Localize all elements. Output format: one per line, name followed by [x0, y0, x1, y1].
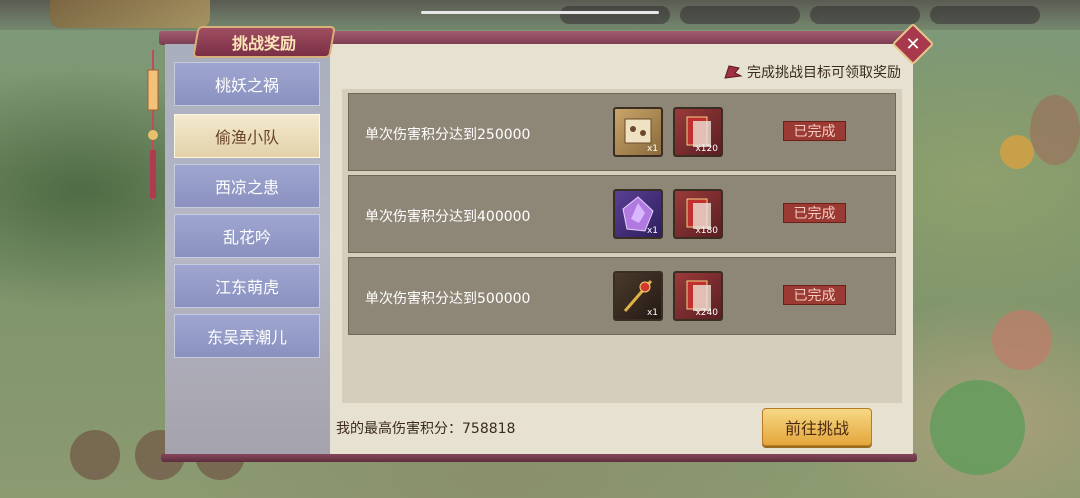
best-score: 我的最高伤害积分：758818: [336, 418, 515, 438]
reward-list: 单次伤害积分达到250000 x1 x120 已完成 单次伤害积分达到40000…: [342, 89, 902, 403]
sidebar-item-1[interactable]: 偷渔小队: [174, 114, 320, 158]
gesture-bar: [421, 11, 659, 14]
sidebar-item-5[interactable]: 东吴弄潮儿: [174, 314, 320, 358]
reward-goal: 单次伤害积分达到500000: [365, 291, 531, 307]
sidebar-item-0[interactable]: 桃妖之祸: [174, 62, 320, 106]
challenge-reward-panel: 桃妖之祸 偷渔小队 西凉之患 乱花吟 江东萌虎 东吴弄潮儿 完成挑战目标可领取奖…: [159, 31, 921, 462]
hud-pill: [930, 6, 1040, 24]
item-quantity: x180: [695, 226, 718, 236]
scroll-icon[interactable]: x1: [613, 107, 663, 157]
score-value: 758818: [462, 421, 516, 437]
purple-gem-icon[interactable]: x1: [613, 189, 663, 239]
status-badge: 已完成: [783, 121, 846, 141]
close-icon[interactable]: ✕: [898, 29, 928, 59]
reward-row: 单次伤害积分达到250000 x1 x120 已完成: [348, 93, 896, 171]
hud-pill: [810, 6, 920, 24]
reward-content: 完成挑战目标可领取奖励 单次伤害积分达到250000 x1 x120 已完成 单…: [330, 44, 913, 454]
status-badge: 已完成: [783, 203, 846, 223]
chat-icon[interactable]: [1000, 135, 1034, 169]
red-envelope-icon[interactable]: x240: [673, 271, 723, 321]
flag-icon: [724, 65, 743, 79]
go-challenge-button[interactable]: 前往挑战: [762, 408, 872, 446]
reward-row: 单次伤害积分达到500000 x1 x240 已完成: [348, 257, 896, 335]
avatar[interactable]: [992, 310, 1052, 370]
reward-goal: 单次伤害积分达到400000: [365, 209, 531, 225]
item-quantity: x1: [646, 308, 658, 318]
top-badge: [50, 0, 210, 28]
item-quantity: x1: [646, 144, 658, 154]
item-quantity: x120: [695, 144, 718, 154]
sidebar-item-4[interactable]: 江东萌虎: [174, 264, 320, 308]
hud-pill: [560, 6, 670, 24]
page-title: 挑战奖励: [231, 34, 296, 53]
reward-hint: 完成挑战目标可领取奖励: [723, 62, 901, 82]
hud-pill: [680, 6, 800, 24]
reward-goal: 单次伤害积分达到250000: [365, 127, 531, 143]
panel-bottom-border: [161, 453, 917, 462]
red-envelope-icon[interactable]: x120: [673, 107, 723, 157]
hint-text: 完成挑战目标可领取奖励: [747, 65, 901, 81]
status-badge: 已完成: [783, 285, 846, 305]
golden-staff-icon[interactable]: x1: [613, 271, 663, 321]
sidebar-item-3[interactable]: 乱花吟: [174, 214, 320, 258]
avatar[interactable]: [1030, 95, 1080, 165]
lantern-ornament: [147, 50, 159, 200]
score-label: 我的最高伤害积分：: [336, 421, 462, 437]
map-icon[interactable]: [930, 380, 1025, 475]
reward-row: 单次伤害积分达到400000 x1 x180 已完成: [348, 175, 896, 253]
red-envelope-icon[interactable]: x180: [673, 189, 723, 239]
item-quantity: x240: [695, 308, 718, 318]
item-quantity: x1: [646, 226, 658, 236]
sidebar-item-2[interactable]: 西凉之患: [174, 164, 320, 208]
stage-sidebar: 桃妖之祸 偷渔小队 西凉之患 乱花吟 江东萌虎 东吴弄潮儿: [165, 44, 330, 454]
menu-icon[interactable]: [70, 430, 120, 480]
